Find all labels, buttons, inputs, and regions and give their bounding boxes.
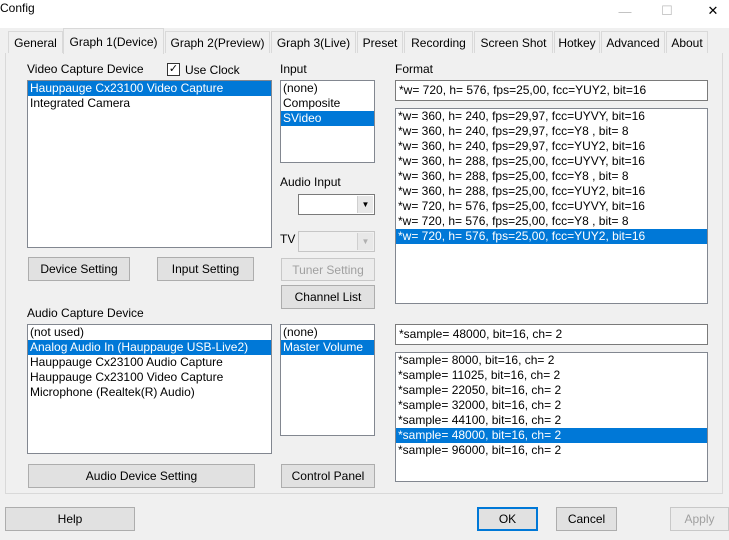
list-item[interactable]: *w= 360, h= 240, fps=29,97, fcc=Y8 , bit… <box>396 124 707 139</box>
list-item[interactable]: *sample= 11025, bit=16, ch= 2 <box>396 368 707 383</box>
tab-screen-shot[interactable]: Screen Shot <box>474 31 553 53</box>
use-clock-label: Use Clock <box>185 63 240 77</box>
tab-recording[interactable]: Recording <box>404 31 473 53</box>
tab-advanced[interactable]: Advanced <box>601 31 665 53</box>
tab-graph1-device[interactable]: Graph 1(Device) <box>63 28 164 54</box>
list-item[interactable]: Microphone (Realtek(R) Audio) <box>28 385 271 400</box>
window-title: Config <box>0 1 35 15</box>
list-item[interactable]: Integrated Camera <box>28 96 271 111</box>
tv-label: TV <box>280 232 296 246</box>
chevron-down-icon: ▼ <box>357 233 373 250</box>
list-item[interactable]: *sample= 96000, bit=16, ch= 2 <box>396 443 707 458</box>
format-list[interactable]: *w= 360, h= 240, fps=29,97, fcc=UYVY, bi… <box>395 108 708 304</box>
list-item[interactable]: Composite <box>281 96 374 111</box>
audio-device-setting-button[interactable]: Audio Device Setting <box>28 464 255 488</box>
audio-input-label: Audio Input <box>280 175 341 189</box>
audio-format-current-field[interactable]: *sample= 48000, bit=16, ch= 2 <box>395 324 708 345</box>
device-setting-button[interactable]: Device Setting <box>28 257 130 281</box>
list-item[interactable]: *w= 360, h= 288, fps=25,00, fcc=Y8 , bit… <box>396 169 707 184</box>
tab-hotkey[interactable]: Hotkey <box>554 31 600 53</box>
list-item[interactable]: (none) <box>281 325 374 340</box>
chevron-down-icon: ▼ <box>357 196 373 213</box>
format-label: Format <box>395 62 434 76</box>
control-panel-button[interactable]: Control Panel <box>281 464 375 488</box>
video-capture-device-label: Video Capture Device <box>27 62 144 76</box>
list-item[interactable]: (none) <box>281 81 374 96</box>
tab-preset[interactable]: Preset <box>357 31 403 53</box>
tab-graph2-preview[interactable]: Graph 2(Preview) <box>165 31 270 53</box>
maximize-icon[interactable]: ☐ <box>644 0 690 22</box>
list-item[interactable]: *sample= 8000, bit=16, ch= 2 <box>396 353 707 368</box>
list-item[interactable]: *sample= 22050, bit=16, ch= 2 <box>396 383 707 398</box>
use-clock-checkbox[interactable]: ✓ <box>167 63 180 76</box>
list-item[interactable]: Hauppauge Cx23100 Video Capture <box>28 81 271 96</box>
list-item[interactable]: Hauppauge Cx23100 Video Capture <box>28 370 271 385</box>
audio-capture-device-label: Audio Capture Device <box>27 306 144 320</box>
minimize-icon[interactable]: — <box>602 0 648 22</box>
input-label: Input <box>280 62 307 76</box>
help-button[interactable]: Help <box>5 507 135 531</box>
tuner-setting-button[interactable]: Tuner Setting <box>281 258 375 281</box>
list-item[interactable]: Analog Audio In (Hauppauge USB-Live2) <box>28 340 271 355</box>
format-current-field[interactable]: *w= 720, h= 576, fps=25,00, fcc=YUY2, bi… <box>395 80 708 101</box>
list-item[interactable]: Hauppauge Cx23100 Audio Capture <box>28 355 271 370</box>
close-icon[interactable]: ✕ <box>690 0 729 22</box>
list-item[interactable]: *w= 360, h= 288, fps=25,00, fcc=UYVY, bi… <box>396 154 707 169</box>
input-setting-button[interactable]: Input Setting <box>157 257 254 281</box>
audio-capture-device-list[interactable]: (not used) Analog Audio In (Hauppauge US… <box>27 324 272 454</box>
list-item[interactable]: *w= 360, h= 240, fps=29,97, fcc=UYVY, bi… <box>396 109 707 124</box>
video-capture-device-list[interactable]: Hauppauge Cx23100 Video Capture Integrat… <box>27 80 272 248</box>
input-list[interactable]: (none) Composite SVideo <box>280 80 375 163</box>
list-item[interactable]: *w= 720, h= 576, fps=25,00, fcc=Y8 , bit… <box>396 214 707 229</box>
mixer-list[interactable]: (none) Master Volume <box>280 324 375 436</box>
tab-about[interactable]: About <box>666 31 708 53</box>
list-item[interactable]: *sample= 32000, bit=16, ch= 2 <box>396 398 707 413</box>
list-item[interactable]: Master Volume <box>281 340 374 355</box>
tab-graph3-live[interactable]: Graph 3(Live) <box>271 31 356 53</box>
list-item[interactable]: *w= 720, h= 576, fps=25,00, fcc=UYVY, bi… <box>396 199 707 214</box>
apply-button[interactable]: Apply <box>670 507 729 531</box>
cancel-button[interactable]: Cancel <box>556 507 617 531</box>
channel-list-button[interactable]: Channel List <box>281 285 375 309</box>
list-item[interactable]: (not used) <box>28 325 271 340</box>
list-item[interactable]: *w= 720, h= 576, fps=25,00, fcc=YUY2, bi… <box>396 229 707 244</box>
list-item[interactable]: *sample= 48000, bit=16, ch= 2 <box>396 428 707 443</box>
tab-general[interactable]: General <box>8 31 63 53</box>
ok-button[interactable]: OK <box>477 507 538 531</box>
audio-format-list[interactable]: *sample= 8000, bit=16, ch= 2 *sample= 11… <box>395 352 708 482</box>
list-item[interactable]: *w= 360, h= 240, fps=29,97, fcc=YUY2, bi… <box>396 139 707 154</box>
audio-input-select[interactable]: ▼ <box>298 194 375 215</box>
list-item[interactable]: SVideo <box>281 111 374 126</box>
list-item[interactable]: *sample= 44100, bit=16, ch= 2 <box>396 413 707 428</box>
list-item[interactable]: *w= 360, h= 288, fps=25,00, fcc=YUY2, bi… <box>396 184 707 199</box>
tv-select[interactable]: ▼ <box>298 231 375 252</box>
